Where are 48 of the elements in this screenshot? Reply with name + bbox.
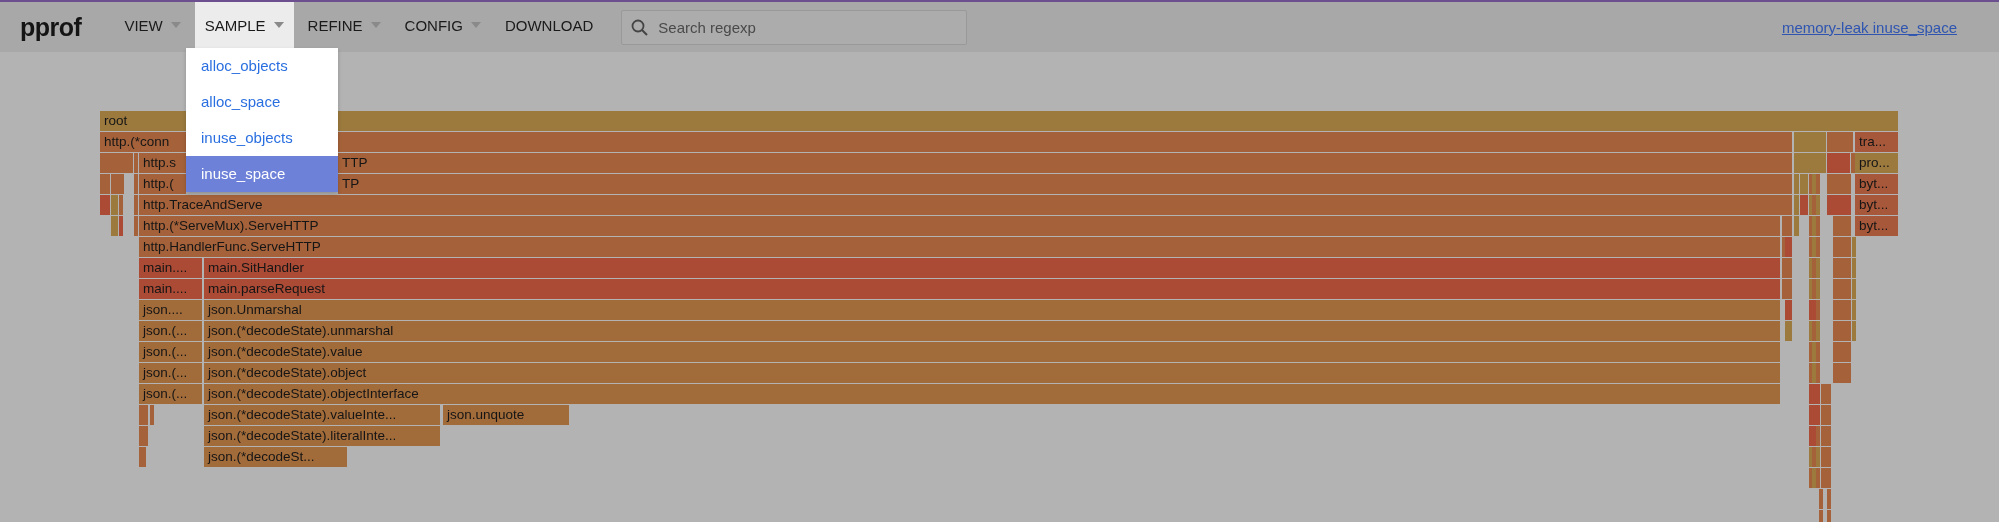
nav-menu-button[interactable]: VIEW bbox=[114, 2, 191, 48]
flame-frame[interactable]: json.(... bbox=[139, 363, 202, 383]
flame-frame[interactable]: json.(*decodeState).valueInte... bbox=[204, 405, 440, 425]
flame-frame[interactable]: json.Unmarshal bbox=[204, 300, 1780, 320]
flame-frame[interactable]: http.(*conn bbox=[100, 132, 186, 152]
flame-frame[interactable]: tra... bbox=[1855, 132, 1898, 152]
flame-frame[interactable]: json.(*decodeState).objectInterface bbox=[204, 384, 1780, 404]
flame-frame[interactable]: json.(*decodeState).value bbox=[204, 342, 1780, 362]
flame-frame[interactable]: TTP bbox=[338, 153, 1792, 173]
flame-frame[interactable]: main.... bbox=[139, 279, 202, 299]
menu-item[interactable]: inuse_space bbox=[186, 156, 338, 192]
nav-menu-button[interactable]: CONFIG bbox=[394, 2, 491, 48]
flame-frame[interactable]: http.s bbox=[139, 153, 186, 173]
flame-frame[interactable]: json.(... bbox=[139, 384, 202, 404]
flame-frame[interactable]: main.SitHandler bbox=[204, 258, 1780, 278]
flame-frame[interactable]: byt... bbox=[1855, 195, 1898, 215]
flame-frame[interactable]: http.HandlerFunc.ServeHTTP bbox=[139, 237, 1780, 257]
flame-frame[interactable]: json.(*decodeState).object bbox=[204, 363, 1780, 383]
menu-item[interactable]: alloc_objects bbox=[186, 48, 338, 84]
flame-frame[interactable]: json.(... bbox=[139, 342, 202, 362]
flame-frame[interactable]: json.(*decodeState).unmarshal bbox=[204, 321, 1780, 341]
flame-frame[interactable]: json.(... bbox=[139, 321, 202, 341]
flame-frame[interactable]: root bbox=[100, 111, 186, 131]
flame-frame[interactable]: json.(*decodeSt... bbox=[204, 447, 347, 467]
flame-frame[interactable]: json.... bbox=[139, 300, 202, 320]
flame-frame[interactable]: main.parseRequest bbox=[204, 279, 1780, 299]
profile-link[interactable]: memory-leak inuse_space bbox=[1781, 18, 1957, 36]
flame-frame[interactable]: http.(*ServeMux).ServeHTTP bbox=[139, 216, 1780, 236]
caret-icon bbox=[470, 22, 481, 28]
flame-frame[interactable]: http.( bbox=[139, 174, 186, 194]
menu-item[interactable]: inuse_objects bbox=[186, 120, 338, 156]
flame-frame[interactable]: json.unquote bbox=[443, 405, 569, 425]
flame-frame[interactable]: json.(*decodeState).literalInte... bbox=[204, 426, 440, 446]
flame-frame[interactable]: http.TraceAndServe bbox=[139, 195, 1792, 215]
caret-icon bbox=[273, 22, 284, 28]
nav-menu-button[interactable]: SAMPLE bbox=[194, 2, 294, 48]
flame-frame[interactable]: byt... bbox=[1855, 174, 1898, 194]
flame-frame[interactable]: byt... bbox=[1855, 216, 1898, 236]
flame-frame[interactable]: main.... bbox=[139, 258, 202, 278]
nav-menu-button[interactable]: REFINE bbox=[297, 2, 391, 48]
caret-icon bbox=[170, 22, 181, 28]
flame-frame[interactable]: TP bbox=[338, 174, 1792, 194]
nav-menu-button[interactable]: DOWNLOAD bbox=[494, 2, 604, 48]
search-field[interactable]: Search regexp bbox=[621, 9, 968, 45]
menu-item[interactable]: alloc_space bbox=[186, 84, 338, 120]
flame-frame[interactable]: pro... bbox=[1855, 153, 1898, 173]
logo: pprof bbox=[20, 12, 82, 42]
caret-icon bbox=[370, 22, 381, 28]
